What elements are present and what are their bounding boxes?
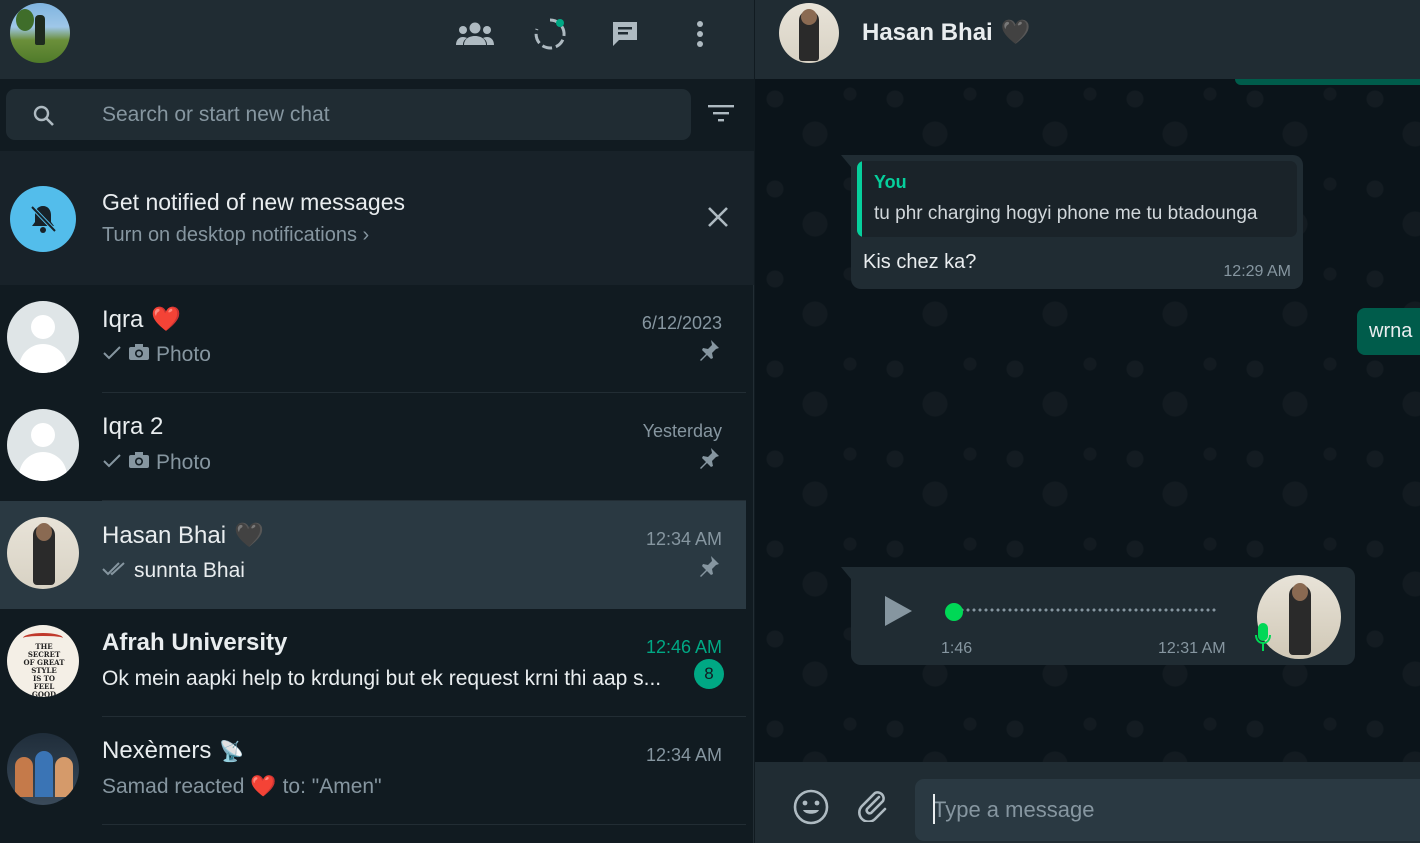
message-text: wrna (1369, 320, 1413, 342)
incoming-message[interactable]: You tu phr charging hogyi phone me tu bt… (841, 155, 1303, 289)
message-input-box[interactable] (915, 779, 1420, 841)
chat-item-nexemers[interactable]: Nexèmers 📡 12:34 AM Samad reacted ❤️ to: … (0, 717, 746, 825)
chat-name: Iqra 2 (102, 413, 164, 440)
search-input[interactable] (102, 97, 662, 133)
double-tick-icon (102, 559, 128, 583)
chat-name: Iqra (102, 305, 144, 333)
notification-link[interactable]: Turn on desktop notifications › (102, 224, 369, 247)
chat-name: Hasan Bhai (102, 521, 227, 549)
heart-emoji: ❤️ (250, 775, 277, 798)
conversation-header[interactable]: Hasan Bhai 🖤 (755, 0, 1420, 79)
search-icon (32, 104, 56, 133)
text-caret (933, 794, 935, 824)
voice-waveform[interactable] (947, 607, 1217, 613)
avatar (7, 301, 79, 373)
menu-icon[interactable] (680, 14, 720, 54)
chat-time: 12:46 AM (645, 637, 722, 657)
chat-time: 12:34 AM (645, 745, 722, 765)
quote-author: You (874, 172, 907, 192)
unread-badge: 8 (694, 659, 724, 689)
chat-time: Yesterday (642, 421, 722, 441)
chat-item-iqra[interactable]: Iqra ❤️ 6/12/2023 Photo (0, 285, 746, 393)
avatar: THE SECRETOF GREATSTYLEIS TOFEEL GOODIN … (7, 625, 79, 697)
contact-avatar[interactable] (779, 3, 839, 63)
attach-icon[interactable] (855, 788, 889, 827)
chat-preview-prefix: Samad reacted (102, 775, 245, 798)
voice-duration: 1:46 (941, 640, 973, 657)
message-area[interactable]: You tu phr charging hogyi phone me tu bt… (755, 79, 1420, 762)
pin-icon (698, 555, 720, 582)
search-bar (0, 79, 754, 151)
muted-bell-icon (10, 186, 76, 252)
close-icon[interactable] (700, 199, 736, 235)
chat-item-iqra-2[interactable]: Iqra 2 Yesterday Photo (0, 393, 746, 501)
pin-icon (698, 339, 720, 366)
heart-emoji: ❤️ (151, 306, 182, 333)
chat-time: 6/12/2023 (641, 313, 722, 333)
chat-time: 12:34 AM (645, 529, 722, 549)
message-input[interactable] (933, 791, 1413, 829)
single-tick-icon (102, 343, 122, 367)
single-tick-icon (102, 451, 122, 475)
camera-icon (128, 451, 150, 475)
conversation-pane: Hasan Bhai 🖤 You tu phr charging hogyi p… (755, 0, 1420, 843)
outgoing-message-edge (1235, 79, 1420, 85)
chat-preview: sunnta Bhai (134, 559, 245, 582)
communities-icon[interactable] (455, 14, 495, 54)
voice-message: 1:46 12:31 AM (841, 567, 1355, 665)
black-heart-emoji: 🖤 (234, 522, 264, 549)
notification-banner[interactable]: Get notified of new messages Turn on des… (0, 151, 754, 285)
message-time: 12:31 AM (1158, 640, 1226, 657)
new-chat-icon[interactable] (605, 14, 645, 54)
playback-slider-handle[interactable] (945, 603, 963, 621)
outgoing-message[interactable]: wrna (1357, 308, 1420, 355)
chat-name: Afrah University (102, 629, 288, 656)
mic-icon (1255, 621, 1271, 658)
black-heart-emoji: 🖤 (1000, 19, 1031, 46)
avatar (7, 517, 79, 589)
chat-preview-suffix: to: "Amen" (282, 775, 382, 798)
left-header (0, 0, 754, 79)
camera-icon (128, 343, 150, 367)
chat-preview: Photo (156, 343, 211, 366)
message-composer (755, 762, 1420, 843)
play-icon[interactable] (881, 593, 915, 634)
chat-name: Nexèmers (102, 737, 212, 764)
satellite-emoji: 📡 (219, 740, 245, 763)
my-profile-avatar[interactable] (10, 3, 70, 63)
search-box[interactable] (6, 89, 691, 140)
status-icon[interactable] (530, 14, 570, 54)
notification-title: Get notified of new messages (102, 189, 405, 215)
chat-preview: Photo (156, 451, 211, 474)
chat-preview: Ok mein aapki help to krdungi but ek req… (102, 667, 662, 690)
avatar (7, 409, 79, 481)
emoji-icon[interactable] (792, 788, 830, 831)
quote-text: tu phr charging hogyi phone me tu btadou… (874, 203, 1258, 224)
chat-list-pane: Get notified of new messages Turn on des… (0, 0, 754, 843)
contact-name: Hasan Bhai (862, 18, 993, 46)
filter-icon[interactable] (708, 103, 734, 128)
pin-icon (698, 447, 720, 474)
message-text: Kis chez ka? (863, 251, 977, 273)
message-time: 12:29 AM (1223, 263, 1291, 280)
chat-item-afrah-university[interactable]: THE SECRETOF GREATSTYLEIS TOFEEL GOODIN … (0, 609, 746, 717)
chat-item-hasan-bhai[interactable]: Hasan Bhai 🖤 12:34 AM sunnta Bhai (0, 501, 746, 609)
quoted-message[interactable]: You tu phr charging hogyi phone me tu bt… (857, 161, 1297, 237)
avatar (7, 733, 79, 805)
